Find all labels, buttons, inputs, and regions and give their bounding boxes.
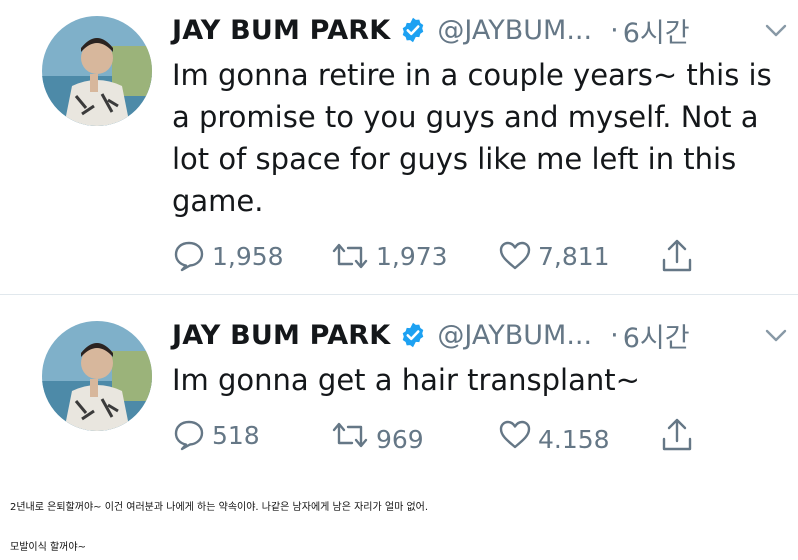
tweet-header: JAY BUM PARK @JAYBUM... · 6시간: [172, 315, 690, 355]
avatar[interactable]: [42, 16, 152, 126]
like-count: 4.158: [538, 424, 610, 454]
retweet-button[interactable]: 969: [330, 415, 424, 455]
retweet-icon: [332, 422, 368, 448]
share-icon: [662, 239, 692, 272]
retweet-count: 1,973: [376, 241, 448, 271]
share-icon: [662, 418, 692, 451]
caption-translation-2: 모발이식 할꺼야~: [10, 542, 86, 553]
caption-translation-1: 2년내로 은퇴할꺼야~ 이건 여러분과 나에게 하는 약속이야. 나같은 남자에…: [10, 502, 429, 513]
avatar[interactable]: [42, 321, 152, 431]
share-button[interactable]: [660, 236, 694, 276]
share-button[interactable]: [660, 415, 694, 455]
author-name[interactable]: JAY BUM PARK: [172, 320, 390, 351]
like-button[interactable]: 4.158: [498, 415, 610, 455]
author-name[interactable]: JAY BUM PARK: [172, 15, 390, 46]
reply-button[interactable]: 1,958: [172, 236, 284, 276]
author-handle[interactable]: @JAYBUM...: [437, 320, 592, 351]
separator-dot: ·: [610, 319, 619, 351]
avatar-photo: [42, 321, 152, 431]
tweet-2[interactable]: JAY BUM PARK @JAYBUM... · 6시간 Im gonna g…: [0, 295, 798, 465]
verified-badge-icon: [403, 17, 424, 43]
reply-icon: [174, 241, 204, 272]
avatar-photo: [42, 16, 152, 126]
like-button[interactable]: 7,811: [498, 236, 610, 276]
chevron-down-icon[interactable]: [762, 321, 790, 349]
like-icon: [499, 420, 531, 449]
chevron-down-icon[interactable]: [762, 16, 790, 44]
tweet-time[interactable]: 6시간: [623, 316, 690, 355]
tweet-time[interactable]: 6시간: [623, 11, 690, 50]
author-handle[interactable]: @JAYBUM...: [437, 15, 592, 46]
reply-count: 518: [212, 420, 260, 450]
retweet-icon: [332, 243, 368, 269]
reply-button[interactable]: 518: [172, 415, 260, 455]
retweet-count: 969: [376, 424, 424, 454]
verified-badge-icon: [403, 322, 424, 348]
like-count: 7,811: [538, 241, 610, 271]
tweet-text: Im gonna get a hair transplant~: [172, 363, 640, 397]
tweet-1[interactable]: JAY BUM PARK @JAYBUM... · 6시간 Im gonna r…: [0, 0, 798, 293]
tweet-text: Im gonna retire in a couple years~ this …: [172, 58, 772, 218]
reply-icon: [174, 420, 204, 451]
tweet-header: JAY BUM PARK @JAYBUM... · 6시간: [172, 10, 690, 50]
retweet-button[interactable]: 1,973: [330, 236, 448, 276]
reply-count: 1,958: [212, 241, 284, 271]
separator-dot: ·: [610, 14, 619, 46]
like-icon: [499, 241, 531, 270]
